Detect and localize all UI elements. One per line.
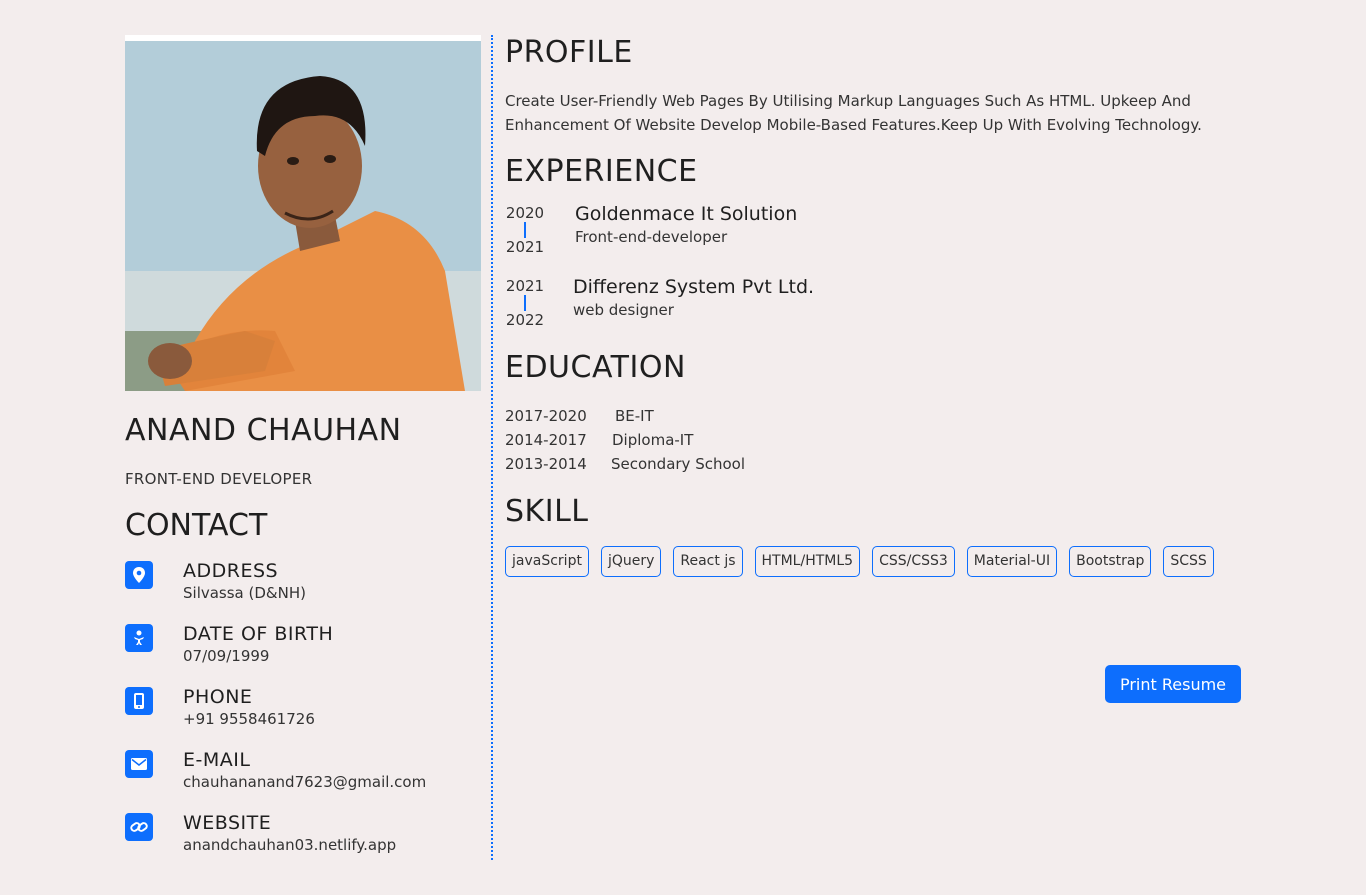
experience-to: 2022 (505, 311, 545, 329)
experience-from: 2021 (505, 277, 545, 295)
education-row: 2014-2017 Diploma-IT (505, 428, 1245, 452)
email-label: E-MAIL (183, 749, 251, 771)
phone-value: +91 9558461726 (183, 710, 315, 728)
print-resume-button[interactable]: Print Resume (1105, 665, 1241, 703)
education-row: 2017-2020 BE-IT (505, 404, 1245, 428)
education-years: 2017-2020 (505, 407, 587, 425)
contact-item-dob: DATE OF BIRTH 07/09/1999 (125, 622, 481, 685)
skill-badge: HTML/HTML5 (754, 546, 861, 577)
contact-list: ADDRESS Silvassa (D&NH) DATE OF BIRTH 07… (125, 559, 481, 874)
skill-badge: CSS/CSS3 (872, 546, 955, 577)
skill-title: SKILL (505, 494, 589, 529)
experience-from: 2020 (505, 204, 545, 222)
education-list: 2017-2020 BE-IT 2014-2017 Diploma-IT 201… (505, 404, 1245, 476)
website-value[interactable]: anandchauhan03.netlify.app (183, 835, 396, 855)
education-years: 2014-2017 (505, 431, 587, 449)
link-icon (125, 813, 153, 841)
email-value[interactable]: chauhananand7623@gmail.com (183, 772, 426, 792)
profile-text: Create User-Friendly Web Pages By Utilis… (505, 92, 1202, 134)
envelope-icon (125, 750, 153, 778)
education-degree: Secondary School (611, 455, 746, 473)
sidebar: ANAND CHAUHAN FRONT-END DEVELOPER CONTAC… (125, 35, 481, 874)
experience-title: EXPERIENCE (505, 154, 698, 189)
column-divider (491, 35, 493, 860)
experience-item: 2020 2021 Goldenmace It Solution Front-e… (505, 204, 1245, 277)
experience-company: Differenz System Pvt Ltd. (573, 276, 815, 298)
experience-years: 2020 2021 (505, 204, 545, 277)
map-pin-icon (125, 561, 153, 589)
address-value: Silvassa (D&NH) (183, 584, 306, 602)
experience-item: 2021 2022 Differenz System Pvt Ltd. web … (505, 277, 1245, 350)
contact-item-website: WEBSITE anandchauhan03.netlify.app (125, 811, 481, 874)
main-content: PROFILE Create User-Friendly Web Pages B… (505, 35, 1245, 577)
skill-badge: Bootstrap (1069, 546, 1152, 577)
contact-item-email: E-MAIL chauhananand7623@gmail.com (125, 748, 481, 811)
education-title: EDUCATION (505, 350, 686, 385)
skill-list: javaScript jQuery React js HTML/HTML5 CS… (505, 546, 1245, 577)
experience-to: 2021 (505, 238, 545, 256)
experience-position: web designer (573, 301, 674, 319)
website-label: WEBSITE (183, 812, 272, 834)
education-years: 2013-2014 (505, 455, 587, 473)
skill-badge: React js (673, 546, 743, 577)
experience-years: 2021 2022 (505, 277, 545, 350)
experience-company: Goldenmace It Solution (575, 203, 798, 225)
skill-badge: Material-UI (966, 546, 1058, 577)
contact-title: CONTACT (125, 508, 268, 543)
contact-item-address: ADDRESS Silvassa (D&NH) (125, 559, 481, 622)
person-role: FRONT-END DEVELOPER (125, 470, 313, 488)
education-degree: Diploma-IT (612, 431, 694, 449)
phone-label: PHONE (183, 686, 253, 708)
mobile-icon (125, 687, 153, 715)
baby-icon (125, 624, 153, 652)
profile-title: PROFILE (505, 35, 633, 70)
experience-list: 2020 2021 Goldenmace It Solution Front-e… (505, 204, 1245, 350)
address-label: ADDRESS (183, 560, 279, 582)
profile-photo (125, 35, 481, 391)
skill-badge: javaScript (505, 546, 589, 577)
timeline-bar (524, 295, 526, 311)
education-row: 2013-2014 Secondary School (505, 452, 1245, 476)
dob-label: DATE OF BIRTH (183, 623, 334, 645)
skill-badge: SCSS (1163, 546, 1214, 577)
education-degree: BE-IT (615, 407, 654, 425)
timeline-bar (524, 222, 526, 238)
contact-item-phone: PHONE +91 9558461726 (125, 685, 481, 748)
person-name: ANAND CHAUHAN (125, 413, 402, 448)
experience-position: Front-end-developer (575, 228, 728, 246)
skill-badge: jQuery (600, 546, 662, 577)
dob-value: 07/09/1999 (183, 647, 270, 665)
